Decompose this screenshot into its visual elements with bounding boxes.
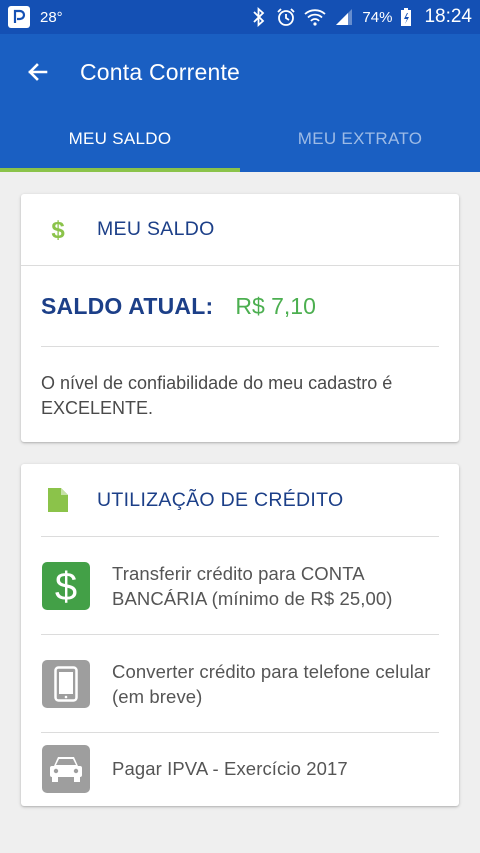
convert-credit-label: Converter crédito para telefone celular … — [112, 660, 431, 707]
signal-icon — [334, 8, 354, 26]
app-bar: Conta Corrente — [0, 34, 480, 110]
alarm-icon — [276, 7, 296, 27]
credit-card-header: UTILIZAÇÃO DE CRÉDITO — [21, 464, 459, 536]
saldo-card: $ MEU SALDO SALDO ATUAL: R$ 7,10 O nível… — [21, 194, 459, 442]
saldo-card-title: MEU SALDO — [97, 218, 215, 240]
back-arrow-icon[interactable] — [24, 58, 52, 86]
battery-icon — [400, 7, 412, 27]
document-icon — [47, 487, 69, 513]
trust-message: O nível de confiabilidade do meu cadastr… — [41, 373, 393, 418]
pay-ipva-option[interactable]: Pagar IPVA - Exercício 2017 — [41, 732, 439, 804]
notification-app-icon — [8, 6, 30, 28]
wifi-icon — [304, 8, 327, 26]
status-bar: 28° 74% 18:24 — [0, 0, 480, 34]
saldo-card-header: $ MEU SALDO — [21, 194, 459, 266]
temperature-text: 28° — [40, 8, 63, 26]
balance-value: R$ 7,10 — [235, 292, 316, 319]
page-title: Conta Corrente — [80, 58, 241, 85]
car-icon — [42, 744, 90, 793]
balance-row: SALDO ATUAL: R$ 7,10 — [21, 266, 459, 346]
pay-ipva-label: Pagar IPVA - Exercício 2017 — [112, 758, 348, 779]
dollar-icon: $ — [42, 561, 90, 610]
tab-bar: MEU SALDO MEU EXTRATO — [0, 110, 480, 172]
battery-percent: 74% — [362, 8, 393, 26]
svg-text:$: $ — [51, 217, 65, 243]
convert-credit-option[interactable]: Converter crédito para telefone celular … — [41, 634, 439, 732]
bluetooth-icon — [250, 7, 268, 27]
transfer-credit-option[interactable]: $ Transferir crédito para CONTA BANCÁRIA… — [41, 536, 439, 634]
credit-card: UTILIZAÇÃO DE CRÉDITO $ Transferir crédi… — [21, 464, 459, 806]
phone-icon — [42, 659, 90, 708]
svg-text:$: $ — [55, 566, 77, 606]
tab-meu-extrato[interactable]: MEU EXTRATO — [240, 110, 480, 172]
dollar-sign-icon: $ — [47, 217, 69, 243]
transfer-credit-label: Transferir crédito para CONTA BANCÁRIA (… — [112, 562, 393, 609]
tab-meu-saldo[interactable]: MEU SALDO — [0, 110, 240, 172]
balance-label: SALDO ATUAL: — [41, 292, 214, 319]
credit-card-title: UTILIZAÇÃO DE CRÉDITO — [97, 488, 344, 511]
clock: 18:24 — [424, 6, 472, 27]
